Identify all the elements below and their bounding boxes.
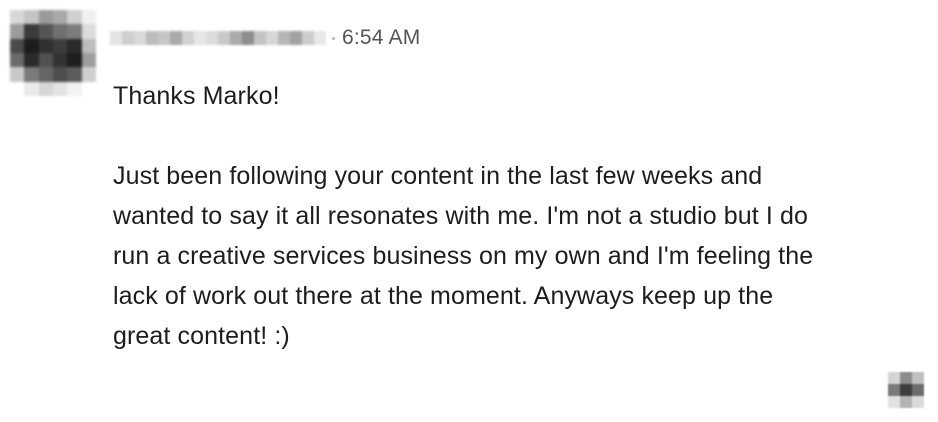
sender-avatar-icon[interactable] [10, 10, 96, 96]
chat-message: 6:54 AM Thanks Marko! Just been followin… [0, 0, 938, 422]
message-paragraph: Just been following your content in the … [113, 162, 814, 350]
message-timestamp: 6:54 AM [342, 26, 421, 49]
message-body: Thanks Marko! Just been following your c… [113, 76, 833, 356]
separator-dot [332, 36, 335, 40]
read-receipt-avatar-icon [888, 372, 924, 408]
sender-name[interactable] [110, 31, 326, 45]
message-header: 6:54 AM [110, 24, 420, 52]
message-greeting: Thanks Marko! [113, 82, 280, 110]
